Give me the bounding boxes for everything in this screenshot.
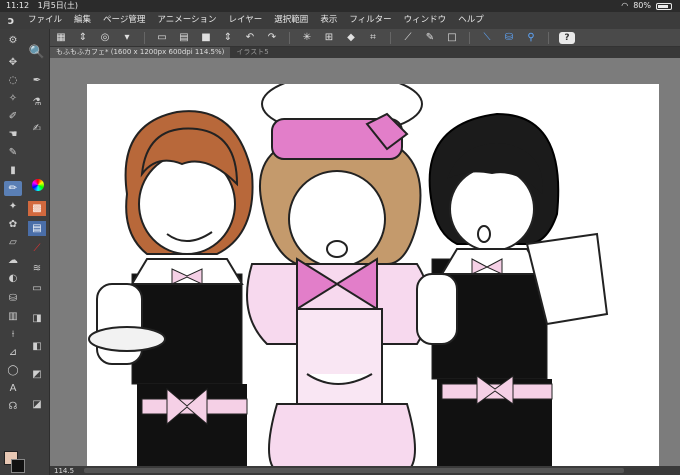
horizontal-scrollbar[interactable] (84, 468, 625, 473)
marker-icon[interactable]: ▮ (4, 163, 22, 178)
gradient-tool-icon[interactable]: ▥ (4, 309, 22, 324)
settings-icon[interactable]: ⚙ (4, 33, 22, 48)
lasso-icon[interactable]: ◌ (4, 73, 22, 88)
menu-edit[interactable]: 編集 (68, 12, 97, 29)
app-window: 11:12 1月5日(土) ◠ 80% ↄ ファイル 編集 ページ管理 アニメー… (0, 0, 680, 475)
eyedrop-icon[interactable]: ✐ (4, 109, 22, 124)
battery-icon (656, 2, 672, 10)
folder-icon[interactable]: ▭ (28, 281, 46, 296)
layers-icon[interactable]: ≋ (28, 261, 46, 276)
menu-animation[interactable]: アニメーション (151, 12, 222, 29)
menu-filter[interactable]: フィルター (343, 12, 397, 29)
brush-size-icon[interactable]: ■ (199, 32, 213, 44)
pin-icon[interactable]: ⚲ (524, 32, 538, 44)
tab-document-active[interactable]: もふもふカフェ* (1600 x 1200px 600dpi 114.5%) (50, 47, 231, 58)
airbrush-icon[interactable]: ✦ (4, 199, 22, 214)
g-pen-icon[interactable]: ✏ (4, 181, 22, 196)
bucket-icon[interactable]: ⛁ (502, 32, 516, 44)
redo-icon[interactable]: ↷ (265, 32, 279, 44)
zoom-level[interactable]: 114.5 (50, 467, 78, 475)
right-character (416, 112, 609, 475)
dropper-icon[interactable]: ⚗ (28, 95, 46, 110)
pen-tool-icon[interactable]: ✒ (28, 73, 46, 88)
menu-bar: ↄ ファイル 編集 ページ管理 アニメーション レイヤー 選択範囲 表示 フィル… (0, 12, 680, 29)
left-character (88, 110, 254, 475)
app-logo-icon[interactable]: ↄ (0, 12, 22, 29)
sparkle-icon[interactable]: ✳ (300, 32, 314, 44)
crop-icon[interactable]: ⌗ (366, 32, 380, 44)
decoration-icon[interactable]: ✿ (4, 217, 22, 232)
eraser-tool-icon[interactable]: ▱ (4, 235, 22, 250)
status-date: 1月5日(土) (37, 1, 79, 10)
sub-color-swatch[interactable] (11, 459, 25, 473)
slash-icon[interactable]: ⟋ (401, 32, 415, 44)
fill-icon[interactable]: ◐ (4, 271, 22, 286)
pencil-icon[interactable]: ✎ (4, 145, 22, 160)
brush-icon[interactable]: ✍ (28, 121, 46, 136)
battery-percent: 80% (633, 1, 651, 10)
tab-document-inactive[interactable]: イラスト5 (230, 47, 274, 58)
magnifier-icon[interactable]: 🔍 (28, 45, 46, 60)
open-folder-icon[interactable]: ▤ (177, 32, 191, 44)
transform-icon[interactable]: ⊞ (322, 32, 336, 44)
drawing-canvas[interactable] (87, 84, 659, 475)
layer-color-icon[interactable]: ▩ (28, 201, 46, 216)
status-time: 11:12 (6, 1, 30, 10)
status-footer: 114.5 (50, 466, 680, 475)
ellipse-icon[interactable]: ◯ (4, 363, 22, 378)
mask-icon[interactable]: ◧ (28, 339, 46, 354)
menu-help[interactable]: ヘルプ (452, 12, 490, 29)
center-character (246, 84, 431, 475)
stepper-icon[interactable]: ⇕ (221, 32, 235, 44)
menu-layer[interactable]: レイヤー (223, 12, 269, 29)
frame-icon[interactable]: ⊿ (4, 345, 22, 360)
eraser-icon[interactable]: ◆ (344, 32, 358, 44)
hand-icon[interactable]: ☚ (4, 127, 22, 142)
wifi-icon: ◠ (621, 1, 629, 10)
workspace (50, 58, 680, 475)
merge-icon[interactable]: ◩ (28, 367, 46, 382)
menu-window[interactable]: ウィンドウ (398, 12, 453, 29)
ios-status-bar: 11:12 1月5日(土) ◠ 80% (0, 0, 680, 12)
wand-icon[interactable]: ✧ (4, 91, 22, 106)
undo-icon[interactable]: ↶ (243, 32, 257, 44)
command-bar: ▦ ⇕ ◎ ▾ ▭ ▤ ■ ⇕ ↶ ↷ ✳ ⊞ ◆ ⌗ ⟋ ✎ □ ⟍ ⛁ ⚲ … (0, 29, 680, 47)
delete-layer-icon[interactable]: ◪ (28, 397, 46, 412)
arrow-icon[interactable]: ▾ (120, 32, 134, 44)
swirl-icon[interactable]: ◎ (98, 32, 112, 44)
grid-icon[interactable]: ▦ (54, 32, 68, 44)
balloon-icon[interactable]: ☊ (4, 399, 22, 414)
layer-icon[interactable]: ◨ (28, 311, 46, 326)
artwork-illustration (88, 84, 609, 475)
gradient-icon[interactable]: ▤ (28, 221, 46, 236)
new-file-icon[interactable]: ▭ (155, 32, 169, 44)
line-icon[interactable]: ⟋ (28, 241, 46, 256)
menu-page[interactable]: ページ管理 (97, 12, 151, 29)
ruler-icon[interactable]: ⟍ (480, 32, 494, 44)
menu-view[interactable]: 表示 (314, 12, 343, 29)
square-icon[interactable]: □ (445, 32, 459, 44)
color-wheel-icon[interactable] (32, 179, 44, 191)
move-tool-icon[interactable]: ✥ (4, 55, 22, 70)
figure-icon[interactable]: ⟊ (4, 327, 22, 342)
help-button[interactable]: ? (559, 31, 575, 44)
bucket-tool-icon[interactable]: ⛁ (4, 291, 22, 306)
tool-palette: ⚙ 🔍 ✥ ◌ ✒ ✧ ⚗ ✐ ✍ ☚ ✎ ▮ ✏ ▩ ✦ ▤ ✿ ▱ ⟋ ☁ … (0, 29, 50, 475)
text-icon[interactable]: A (4, 381, 22, 396)
blend-icon[interactable]: ☁ (4, 253, 22, 268)
menu-file[interactable]: ファイル (22, 12, 68, 29)
arrows-updown-icon[interactable]: ⇕ (76, 32, 90, 44)
pen-icon[interactable]: ✎ (423, 32, 437, 44)
menu-selection[interactable]: 選択範囲 (268, 12, 314, 29)
document-tabs: もふもふカフェ* (1600 x 1200px 600dpi 114.5%) イ… (50, 47, 680, 58)
